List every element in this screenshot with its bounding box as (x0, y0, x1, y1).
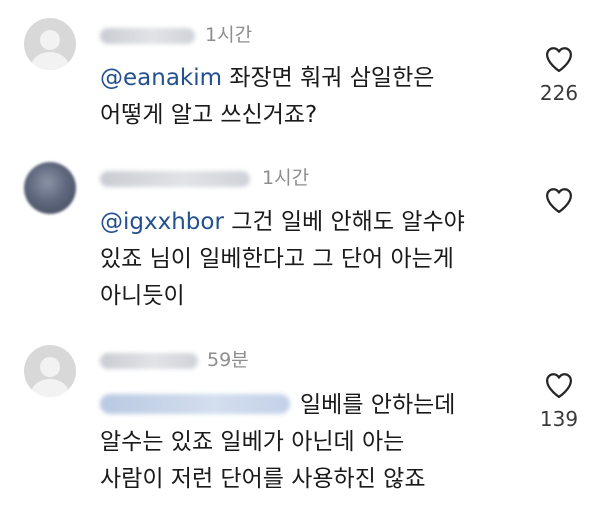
avatar-icon[interactable] (24, 345, 76, 397)
mention-link[interactable]: @eanakim (100, 65, 222, 91)
like-button[interactable] (530, 186, 588, 214)
like-button[interactable]: 139 (530, 371, 588, 431)
comment-time: 1시간 (262, 167, 310, 189)
comment-text-line3: 사람이 저런 단어를 사용하진 않죠 (100, 466, 426, 492)
mention-link[interactable]: @igxxhbor (100, 209, 224, 235)
comment-text: @igxxhbor 그건 일베 안해도 알수야 있죠 님이 일베한다고 그 단어… (100, 204, 465, 315)
comment-item: 59분 일베를 안하는데 알수는 있죠 일베가 아닌데 아는 사람이 저런 단어… (0, 335, 600, 523)
heart-outline-icon[interactable] (544, 45, 574, 73)
comment-time: 1시간 (205, 24, 253, 46)
avatar-icon[interactable] (24, 162, 76, 214)
comment-text-line1: 일베를 안하는데 (300, 392, 456, 418)
like-button[interactable]: 226 (530, 45, 588, 105)
comment-text: 일베를 안하는데 알수는 있죠 일베가 아닌데 아는 사람이 저런 단어를 사용… (100, 387, 455, 498)
username-redacted[interactable] (100, 353, 198, 369)
comment-text-line1: 좌장면 훠궈 삼일한은 (222, 65, 435, 91)
like-count: 226 (539, 81, 579, 105)
comment-text-line3: 아니듯이 (100, 283, 185, 309)
comment-item: 1시간 @igxxhbor 그건 일베 안해도 알수야 있죠 님이 일베한다고 … (0, 150, 600, 335)
mention-redacted[interactable] (100, 394, 290, 414)
comment-text: @eanakim 좌장면 훠궈 삼일한은 어떻게 알고 쓰신거죠? (100, 60, 434, 134)
comment-text-line1: 그건 일베 안해도 알수야 (223, 209, 465, 235)
username-redacted[interactable] (100, 171, 250, 187)
username-redacted[interactable] (100, 28, 195, 44)
heart-outline-icon[interactable] (544, 371, 574, 399)
comment-time: 59분 (207, 349, 249, 371)
like-count: 139 (539, 407, 579, 431)
avatar-icon[interactable] (24, 18, 76, 70)
comment-text-line2: 있죠 님이 일베한다고 그 단어 아는게 (100, 246, 454, 272)
comment-text-line2: 알수는 있죠 일베가 아닌데 아는 (100, 429, 405, 455)
comment-text-line2: 어떻게 알고 쓰신거죠? (100, 102, 318, 128)
comment-item: 1시간 @eanakim 좌장면 훠궈 삼일한은 어떻게 알고 쓰신거죠? 22… (0, 0, 600, 150)
heart-outline-icon[interactable] (544, 186, 574, 214)
